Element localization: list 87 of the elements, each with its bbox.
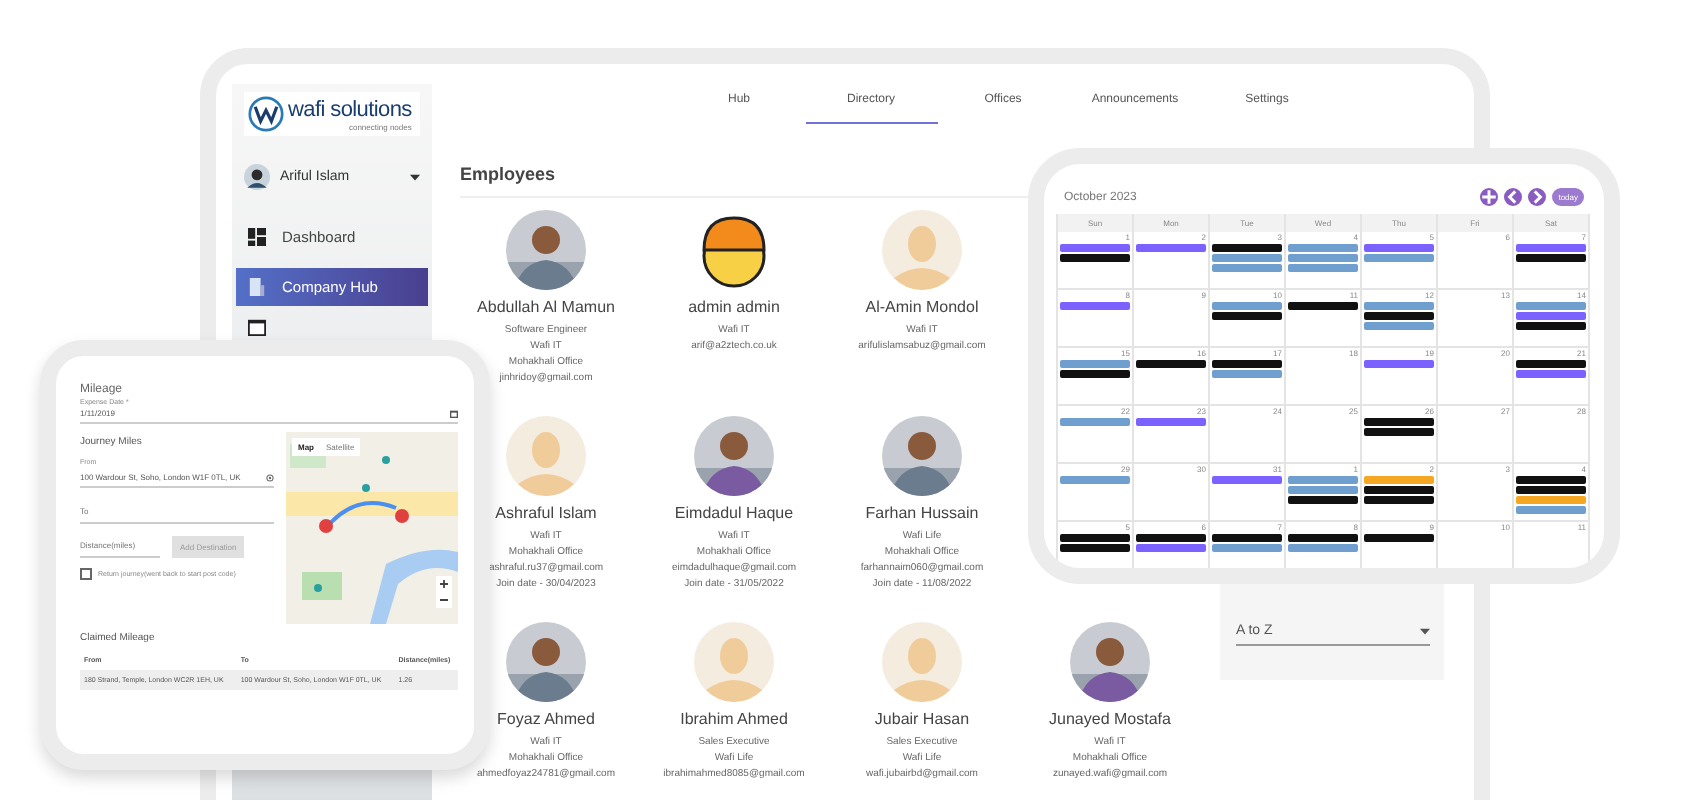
calendar-event[interactable] xyxy=(1516,302,1586,310)
calendar-event[interactable] xyxy=(1288,496,1358,504)
calendar-event[interactable] xyxy=(1060,534,1130,542)
calendar-event[interactable] xyxy=(1060,476,1130,484)
calendar-event[interactable] xyxy=(1212,534,1282,542)
calendar-event[interactable] xyxy=(1060,360,1130,368)
add-button[interactable] xyxy=(1480,188,1499,206)
default-avatar-icon xyxy=(882,210,962,290)
logo-name: wafi solutions xyxy=(288,97,412,121)
employee-name[interactable]: Al-Amin Mondol xyxy=(865,298,979,316)
calendar-event[interactable] xyxy=(1060,244,1130,252)
employee-name[interactable]: Ashraful Islam xyxy=(495,504,597,522)
calendar-event[interactable] xyxy=(1364,360,1434,368)
calendar-event[interactable] xyxy=(1516,486,1586,494)
next-button[interactable] xyxy=(1528,188,1547,206)
zoom-control[interactable] xyxy=(436,576,452,608)
calendar-event[interactable] xyxy=(1364,254,1434,262)
dashboard-icon xyxy=(248,228,266,246)
calendar-event[interactable] xyxy=(1516,506,1586,514)
chevron-right-icon xyxy=(1528,188,1547,206)
employee-name[interactable]: Farhan Hussain xyxy=(865,504,979,522)
calendar-event[interactable] xyxy=(1136,418,1206,426)
employee-name[interactable]: Ibrahim Ahmed xyxy=(680,710,788,728)
calendar-event[interactable] xyxy=(1060,254,1130,262)
calendar-event[interactable] xyxy=(1288,476,1358,484)
calendar-event[interactable] xyxy=(1288,544,1358,552)
previous-button[interactable] xyxy=(1504,188,1523,206)
calendar-event[interactable] xyxy=(1516,360,1586,368)
calendar-event[interactable] xyxy=(1136,544,1206,552)
calendar-event[interactable] xyxy=(1364,312,1434,320)
user-avatar xyxy=(244,164,270,190)
calendar-event[interactable] xyxy=(1364,418,1434,426)
calendar-event[interactable] xyxy=(1060,418,1130,426)
employee-name[interactable]: Eimdadul Haque xyxy=(674,504,794,522)
calendar-event[interactable] xyxy=(1364,496,1434,504)
calendar-event[interactable] xyxy=(1288,486,1358,494)
calendar-event[interactable] xyxy=(1212,476,1282,484)
calendar-event[interactable] xyxy=(1136,244,1206,252)
calendar-event[interactable] xyxy=(1212,302,1282,310)
calendar-event[interactable] xyxy=(1060,302,1130,310)
calendar-event[interactable] xyxy=(1516,254,1586,262)
logo-icon xyxy=(248,96,284,132)
calendar-event[interactable] xyxy=(1212,264,1282,272)
calendar-event[interactable] xyxy=(1212,254,1282,262)
calendar-event[interactable] xyxy=(1516,496,1586,504)
caret-icon[interactable] xyxy=(410,173,420,181)
calendar-event[interactable] xyxy=(1212,244,1282,252)
calendar-event[interactable] xyxy=(1212,370,1282,378)
calendar-event[interactable] xyxy=(1288,534,1358,542)
calendar-event[interactable] xyxy=(1364,534,1434,542)
plus-icon xyxy=(1480,188,1499,206)
calendar-event[interactable] xyxy=(1212,312,1282,320)
calendar-event[interactable] xyxy=(1364,428,1434,436)
calendar-event[interactable] xyxy=(1364,486,1434,494)
calendar-event[interactable] xyxy=(1516,370,1586,378)
calendar-event[interactable] xyxy=(1516,312,1586,320)
default-avatar-icon xyxy=(882,622,962,702)
calendar-event[interactable] xyxy=(1136,534,1206,542)
calendar-event[interactable] xyxy=(1288,244,1358,252)
calendar-event[interactable] xyxy=(1060,370,1130,378)
calendar-event[interactable] xyxy=(1516,322,1586,330)
calendar-event[interactable] xyxy=(1364,476,1434,484)
calendar-event[interactable] xyxy=(1364,322,1434,330)
default-avatar-icon xyxy=(694,622,774,702)
calendar-event[interactable] xyxy=(1516,476,1586,484)
calendar-event[interactable] xyxy=(1212,360,1282,368)
calendar-event[interactable] xyxy=(1364,302,1434,310)
checkbox[interactable] xyxy=(80,568,92,580)
employee-name[interactable]: Foyaz Ahmed xyxy=(497,710,595,728)
building-icon xyxy=(248,278,266,296)
calendar-event[interactable] xyxy=(1212,544,1282,552)
calendar-event[interactable] xyxy=(1288,254,1358,262)
calendar-event[interactable] xyxy=(1364,244,1434,252)
employee-name[interactable]: Abdullah Al Mamun xyxy=(477,298,615,316)
caret-icon xyxy=(1420,627,1430,635)
calendar-event[interactable] xyxy=(1516,244,1586,252)
calendar-event[interactable] xyxy=(1060,544,1130,552)
calendar-event[interactable] xyxy=(1136,360,1206,368)
target-icon xyxy=(266,473,274,481)
calendar-event[interactable] xyxy=(1288,302,1358,310)
employee-name[interactable]: admin admin xyxy=(688,298,780,316)
calendar-icon xyxy=(450,409,458,417)
default-avatar-icon xyxy=(506,416,586,496)
calendar-event[interactable] xyxy=(1288,264,1358,272)
employee-name[interactable]: Junayed Mostafa xyxy=(1049,710,1171,728)
calendar-icon xyxy=(248,318,266,336)
employee-name[interactable]: Jubair Hasan xyxy=(874,710,970,728)
